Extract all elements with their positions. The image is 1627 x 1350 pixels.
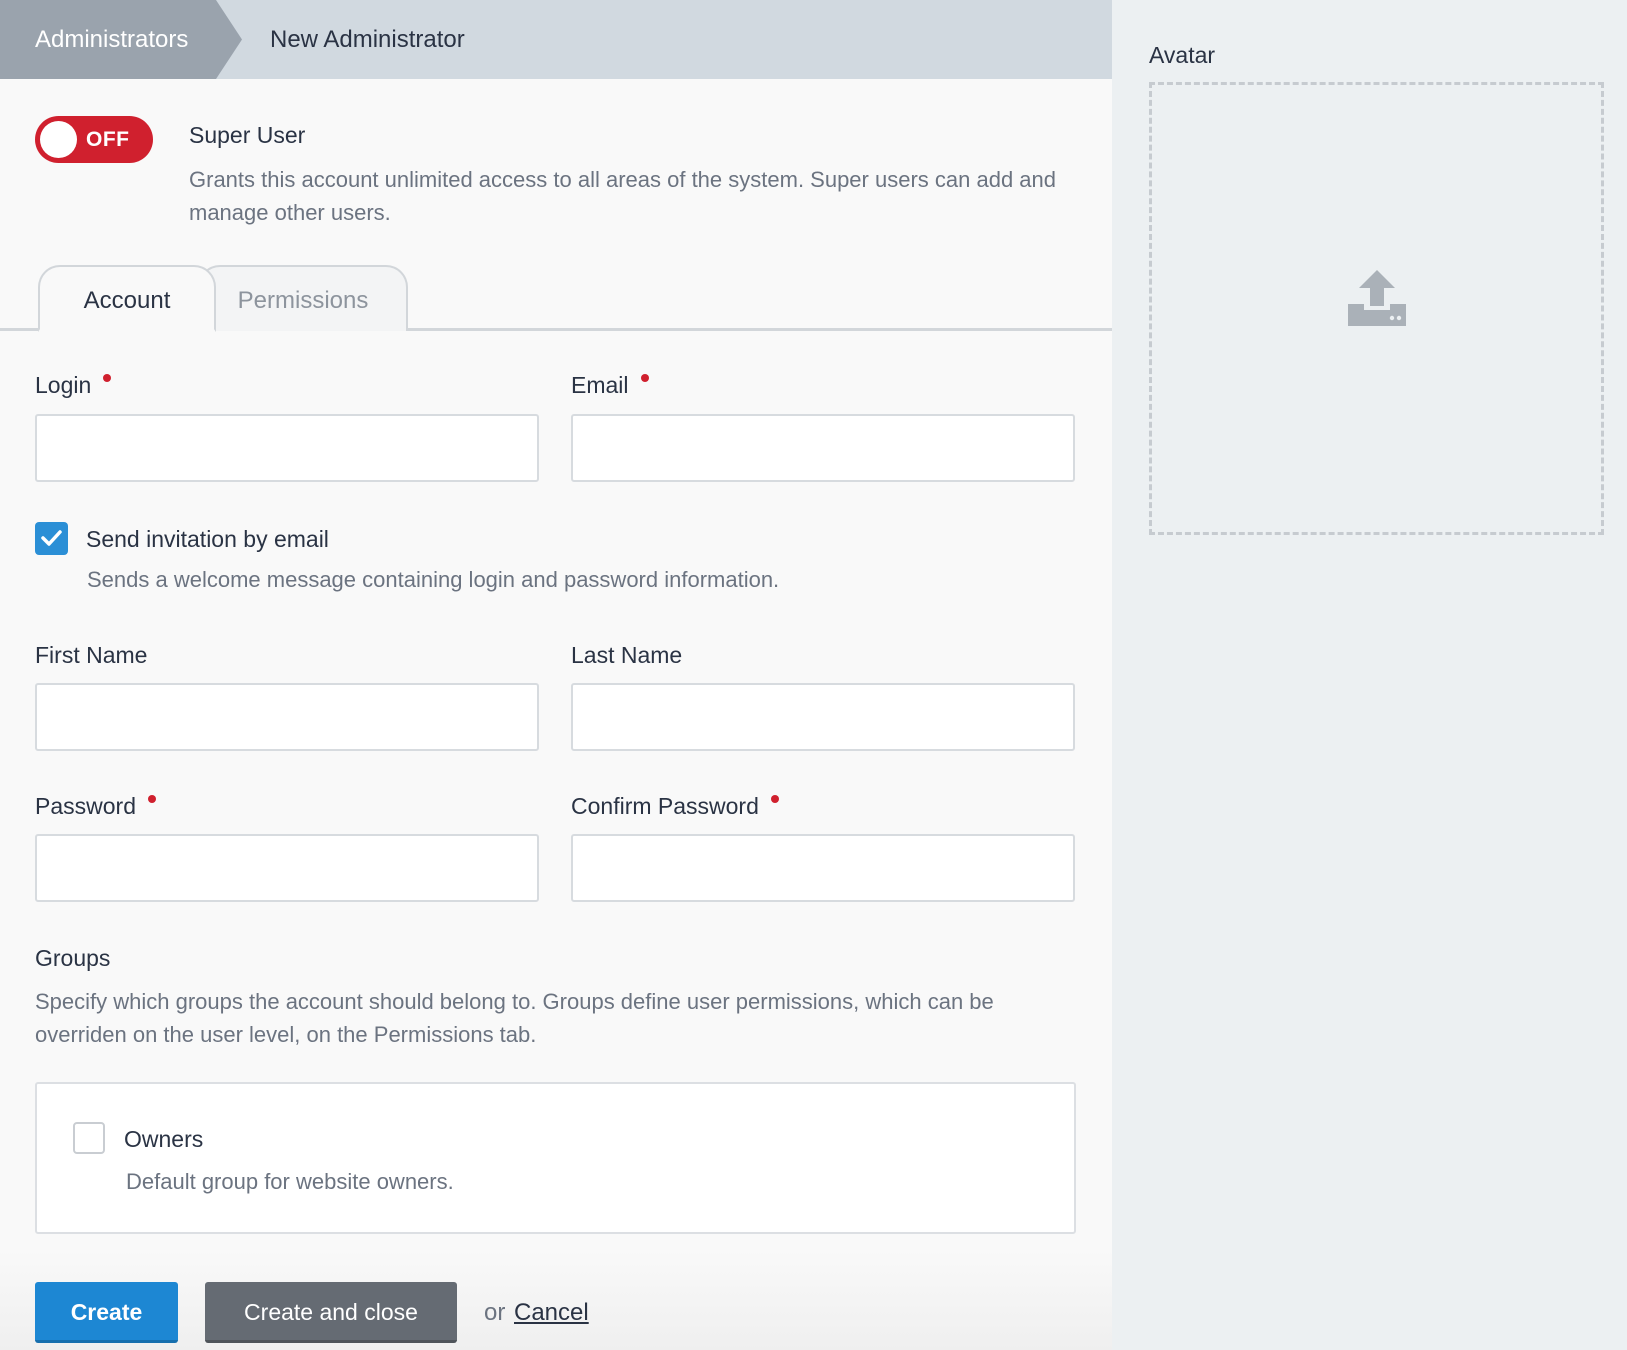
groups-list: Owners Default group for website owners.: [35, 1082, 1076, 1234]
create-button[interactable]: Create: [35, 1282, 178, 1343]
or-text: or: [484, 1299, 506, 1326]
sidebar: Avatar: [1112, 0, 1627, 1350]
breadcrumb: Administrators New Administrator: [0, 0, 1112, 79]
cancel-link[interactable]: Cancel: [514, 1299, 589, 1327]
breadcrumb-administrators-link[interactable]: Administrators: [0, 0, 242, 79]
required-indicator: [770, 795, 779, 803]
groups-title: Groups: [35, 945, 111, 971]
tab-account[interactable]: Account: [38, 265, 216, 332]
login-label: Login: [35, 372, 112, 399]
last-name-input[interactable]: [571, 683, 1075, 751]
owners-description: Default group for website owners.: [126, 1169, 454, 1194]
check-icon: [41, 530, 62, 546]
form-footer: Create Create and close or Cancel: [0, 1250, 1112, 1350]
required-indicator: [640, 374, 649, 382]
super-user-description: Grants this account unlimited access to …: [189, 167, 1057, 225]
last-name-label: Last Name: [571, 642, 683, 668]
upload-icon: [1348, 270, 1406, 326]
toggle-knob: [40, 121, 77, 158]
password-input[interactable]: [35, 834, 539, 902]
confirm-password-label: Confirm Password: [571, 793, 779, 820]
first-name-label: First Name: [35, 642, 148, 668]
required-indicator: [103, 374, 112, 382]
login-input[interactable]: [35, 414, 539, 482]
send-invitation-checkbox[interactable]: [35, 522, 68, 555]
super-user-toggle[interactable]: OFF: [35, 116, 153, 163]
main-panel: Administrators New Administrator OFF Sup…: [0, 0, 1112, 1350]
avatar-dropzone[interactable]: [1149, 82, 1604, 535]
tab-permissions[interactable]: Permissions: [198, 265, 408, 331]
send-invitation-description: Sends a welcome message containing login…: [87, 567, 780, 592]
toggle-state-label: OFF: [86, 128, 130, 151]
email-input[interactable]: [571, 414, 1075, 482]
create-and-close-button[interactable]: Create and close: [205, 1282, 457, 1343]
groups-description: Specify which groups the account should …: [35, 989, 994, 1047]
owners-label[interactable]: Owners: [124, 1126, 203, 1153]
email-label: Email: [571, 372, 649, 399]
super-user-title: Super User: [189, 122, 306, 148]
confirm-password-input[interactable]: [571, 834, 1075, 902]
required-indicator: [147, 795, 156, 803]
breadcrumb-current-page: New Administrator: [270, 26, 465, 53]
password-label: Password: [35, 793, 156, 820]
owners-checkbox[interactable]: [73, 1122, 105, 1154]
first-name-input[interactable]: [35, 683, 539, 751]
avatar-label: Avatar: [1149, 42, 1216, 68]
send-invitation-label[interactable]: Send invitation by email: [86, 526, 329, 553]
